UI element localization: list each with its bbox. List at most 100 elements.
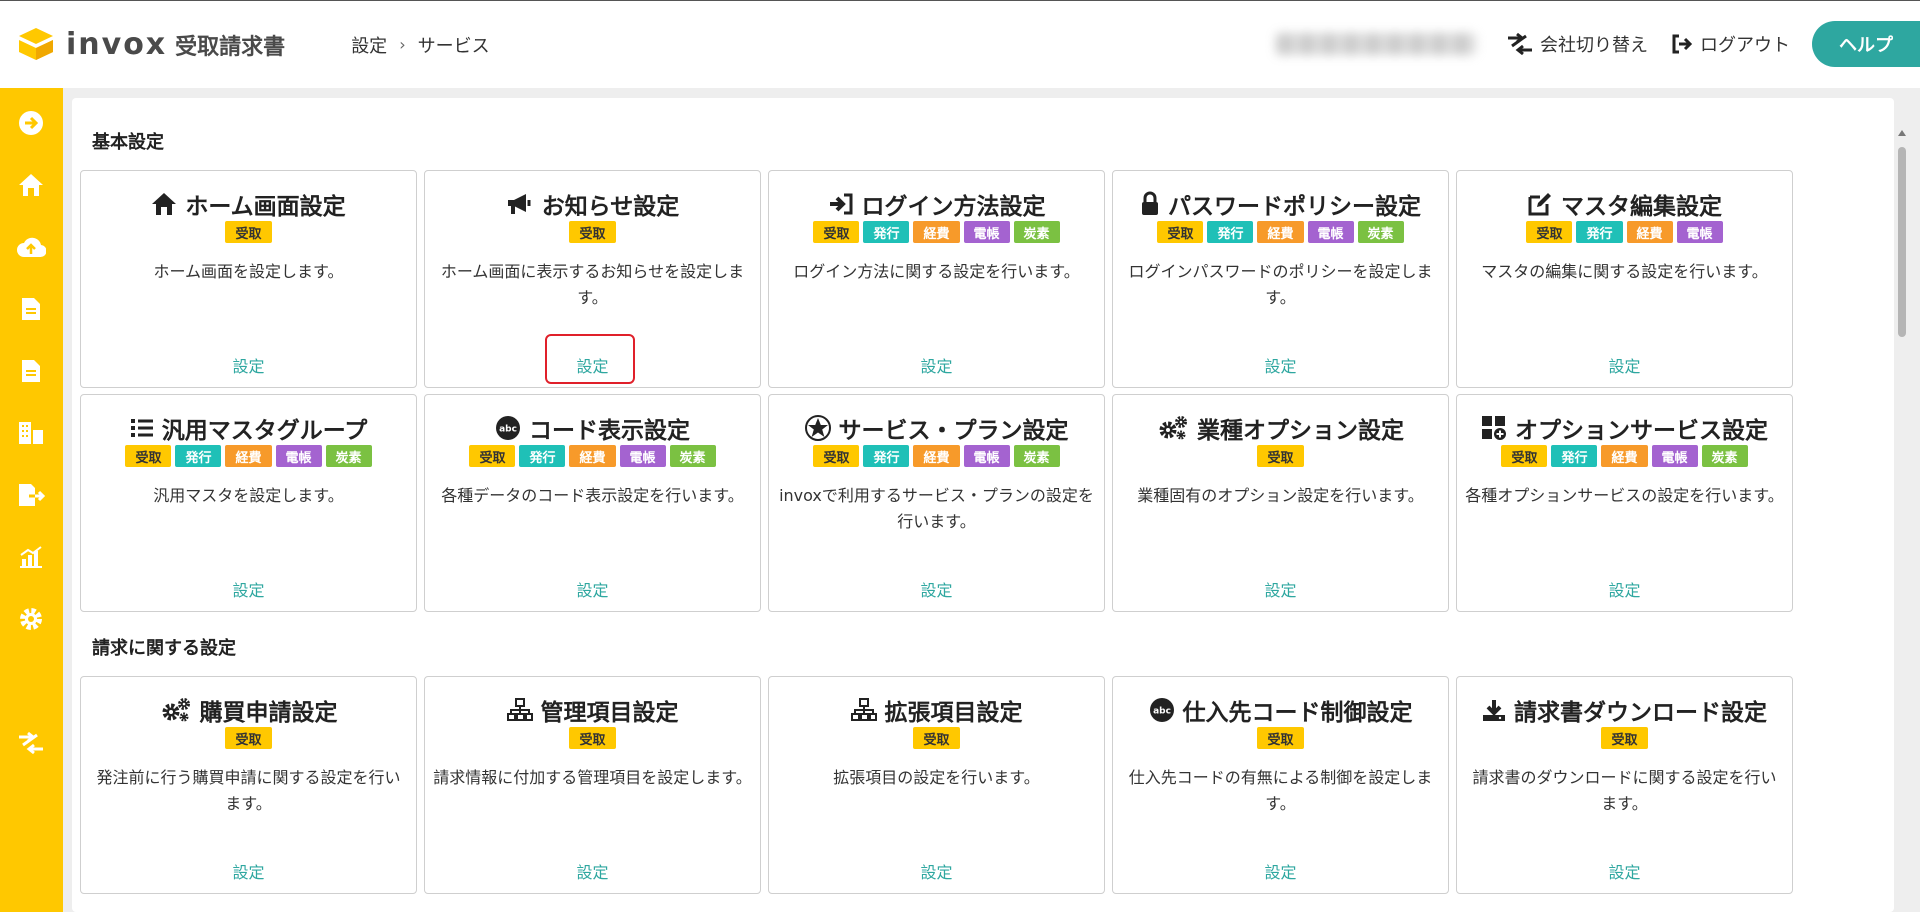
breadcrumb-item-settings[interactable]: 設定 [351, 32, 387, 58]
logo-icon [16, 25, 56, 65]
blurred-user-info [1276, 33, 1476, 55]
settings-card: 管理項目設定 受取 請求情報に付加する管理項目を設定します。 設定 [424, 676, 761, 894]
switch-icon [1508, 32, 1532, 56]
service-badge: 受取 [813, 221, 860, 243]
service-badge: 電帳 [1307, 221, 1354, 243]
card-title: abc コード表示設定 [425, 411, 760, 445]
card-description: 仕入先コードの有無による制御を設定します。 [1128, 768, 1433, 813]
card-settings-link[interactable]: 設定 [769, 577, 1104, 601]
service-badge: 受取 [1526, 221, 1573, 243]
card-settings-link[interactable]: 設定 [425, 577, 760, 601]
card-title-text: ホーム画面設定 [185, 194, 346, 220]
settings-card: abc コード表示設定 受取 発行 経費 電帳 炭素 各種データのコード表示設定を行います。設… [424, 394, 761, 612]
card-title: 管理項目設定 [425, 693, 760, 727]
card-description: ログインパスワードのポリシーを設定します。 [1128, 262, 1433, 307]
badge-group: 受取 [1457, 727, 1792, 749]
card-title-text: 拡張項目設定 [884, 700, 1023, 726]
card-title-text: パスワードポリシー設定 [1168, 194, 1421, 220]
sign-in-icon [828, 192, 854, 216]
card-settings-link[interactable]: 設定 [1457, 859, 1792, 883]
service-badge: 経費 [913, 221, 960, 243]
home-icon[interactable] [16, 170, 46, 200]
service-badge: 受取 [1257, 445, 1304, 467]
badge-group: 受取 [81, 221, 416, 243]
app-logo[interactable]: invox 受取請求書 [16, 25, 285, 65]
card-title: 業種オプション設定 [1113, 411, 1448, 445]
card-title: サービス・プラン設定 [769, 411, 1104, 445]
badge-group: 受取 発行 経費 電帳 炭素 [425, 445, 760, 467]
gear-icon[interactable] [16, 604, 46, 634]
service-badge: 発行 [1551, 445, 1598, 467]
settings-card: 請求書ダウンロード設定 受取請求書のダウンロードに関する設定を行います。設定 [1456, 676, 1793, 894]
document-icon[interactable] [16, 294, 46, 324]
service-badge: 発行 [1207, 221, 1254, 243]
card-title-text: 業種オプション設定 [1197, 418, 1404, 444]
service-badge: 炭素 [1013, 445, 1060, 467]
help-button[interactable]: ヘルプ [1812, 21, 1920, 67]
building-icon[interactable] [16, 418, 46, 448]
card-title: abc 仕入先コード制御設定 [1113, 693, 1448, 727]
service-badge: 炭素 [325, 445, 372, 467]
card-description: 拡張項目の設定を行います。 [833, 768, 1040, 787]
card-settings-link[interactable]: 設定 [1457, 353, 1792, 377]
breadcrumb-chevron-icon: › [399, 35, 406, 54]
card-settings-link[interactable]: 設定 [81, 577, 416, 601]
card-title-text: お知らせ設定 [541, 194, 680, 220]
badge-group: 受取 発行 経費 電帳 [1457, 221, 1792, 243]
card-settings-link[interactable]: 設定 [1113, 859, 1448, 883]
export-icon[interactable] [16, 480, 46, 510]
service-badge: 受取 [1501, 445, 1548, 467]
card-title-text: 請求書ダウンロード設定 [1514, 700, 1767, 726]
service-badge: 炭素 [1013, 221, 1060, 243]
card-title: 購買申請設定 [81, 693, 416, 727]
lock-icon [1140, 191, 1160, 217]
card-title: マスタ編集設定 [1457, 187, 1792, 221]
service-badge: 電帳 [1676, 221, 1723, 243]
card-title: パスワードポリシー設定 [1113, 187, 1448, 221]
service-badge: 受取 [225, 221, 272, 243]
service-badge: 電帳 [619, 445, 666, 467]
service-badge: 受取 [1157, 221, 1204, 243]
logo-subtitle: 受取請求書 [175, 34, 286, 60]
settings-card: マスタ編集設定 受取 発行 経費 電帳 マスタの編集に関する設定を行います。 設定 [1456, 170, 1793, 388]
card-settings-link[interactable]: 設定 [81, 859, 416, 883]
card-settings-link[interactable]: 設定 [425, 859, 760, 883]
logout-link[interactable]: ログアウト [1670, 31, 1790, 57]
abc-icon: abc [1149, 697, 1175, 723]
service-badge: 受取 [1601, 727, 1648, 749]
card-description: ホーム画面を設定します。 [153, 262, 344, 281]
card-settings-link[interactable]: 設定 [81, 353, 416, 377]
service-badge: 電帳 [963, 221, 1010, 243]
abc-icon: abc [495, 415, 521, 441]
card-title-text: 仕入先コード制御設定 [1182, 700, 1413, 726]
scroll-thumb[interactable] [1898, 147, 1906, 337]
hierarchy-icon [850, 698, 877, 722]
document-icon[interactable] [16, 356, 46, 386]
card-settings-link[interactable]: 設定 [769, 859, 1104, 883]
settings-card: サービス・プラン設定 受取 発行 経費 電帳 炭素 invoxで利用するサービス・プランの設… [768, 394, 1105, 612]
card-settings-link[interactable]: 設定 [1457, 577, 1792, 601]
cloud-upload-icon[interactable] [16, 232, 46, 262]
card-title: 請求書ダウンロード設定 [1457, 693, 1792, 727]
chart-icon[interactable] [16, 542, 46, 572]
card-settings-link[interactable]: 設定 [769, 353, 1104, 377]
badge-group: 受取 [425, 727, 760, 749]
arrow-right-circle-icon[interactable] [16, 108, 46, 138]
scroll-up-icon[interactable] [1897, 129, 1907, 137]
card-title-text: サービス・プラン設定 [838, 418, 1069, 444]
service-badge: 受取 [813, 445, 860, 467]
card-settings-link[interactable]: 設定 [1113, 577, 1448, 601]
badge-group: 受取 発行 経費 電帳 炭素 [769, 221, 1104, 243]
service-badge: 経費 [225, 445, 272, 467]
card-description: 請求書のダウンロードに関する設定を行います。 [1472, 768, 1777, 813]
service-badge: 電帳 [275, 445, 322, 467]
breadcrumb-item-service: サービス [417, 35, 490, 57]
card-title: 汎用マスタグループ [81, 411, 416, 445]
badge-group: 受取 [81, 727, 416, 749]
service-badge: 電帳 [1651, 445, 1698, 467]
company-switch-link[interactable]: 会社切り替え [1506, 31, 1648, 57]
card-title-text: オプションサービス設定 [1515, 418, 1768, 444]
card-settings-link[interactable]: 設定 [1113, 353, 1448, 377]
switch-icon[interactable] [16, 728, 46, 758]
scrollbar[interactable] [1894, 125, 1908, 912]
